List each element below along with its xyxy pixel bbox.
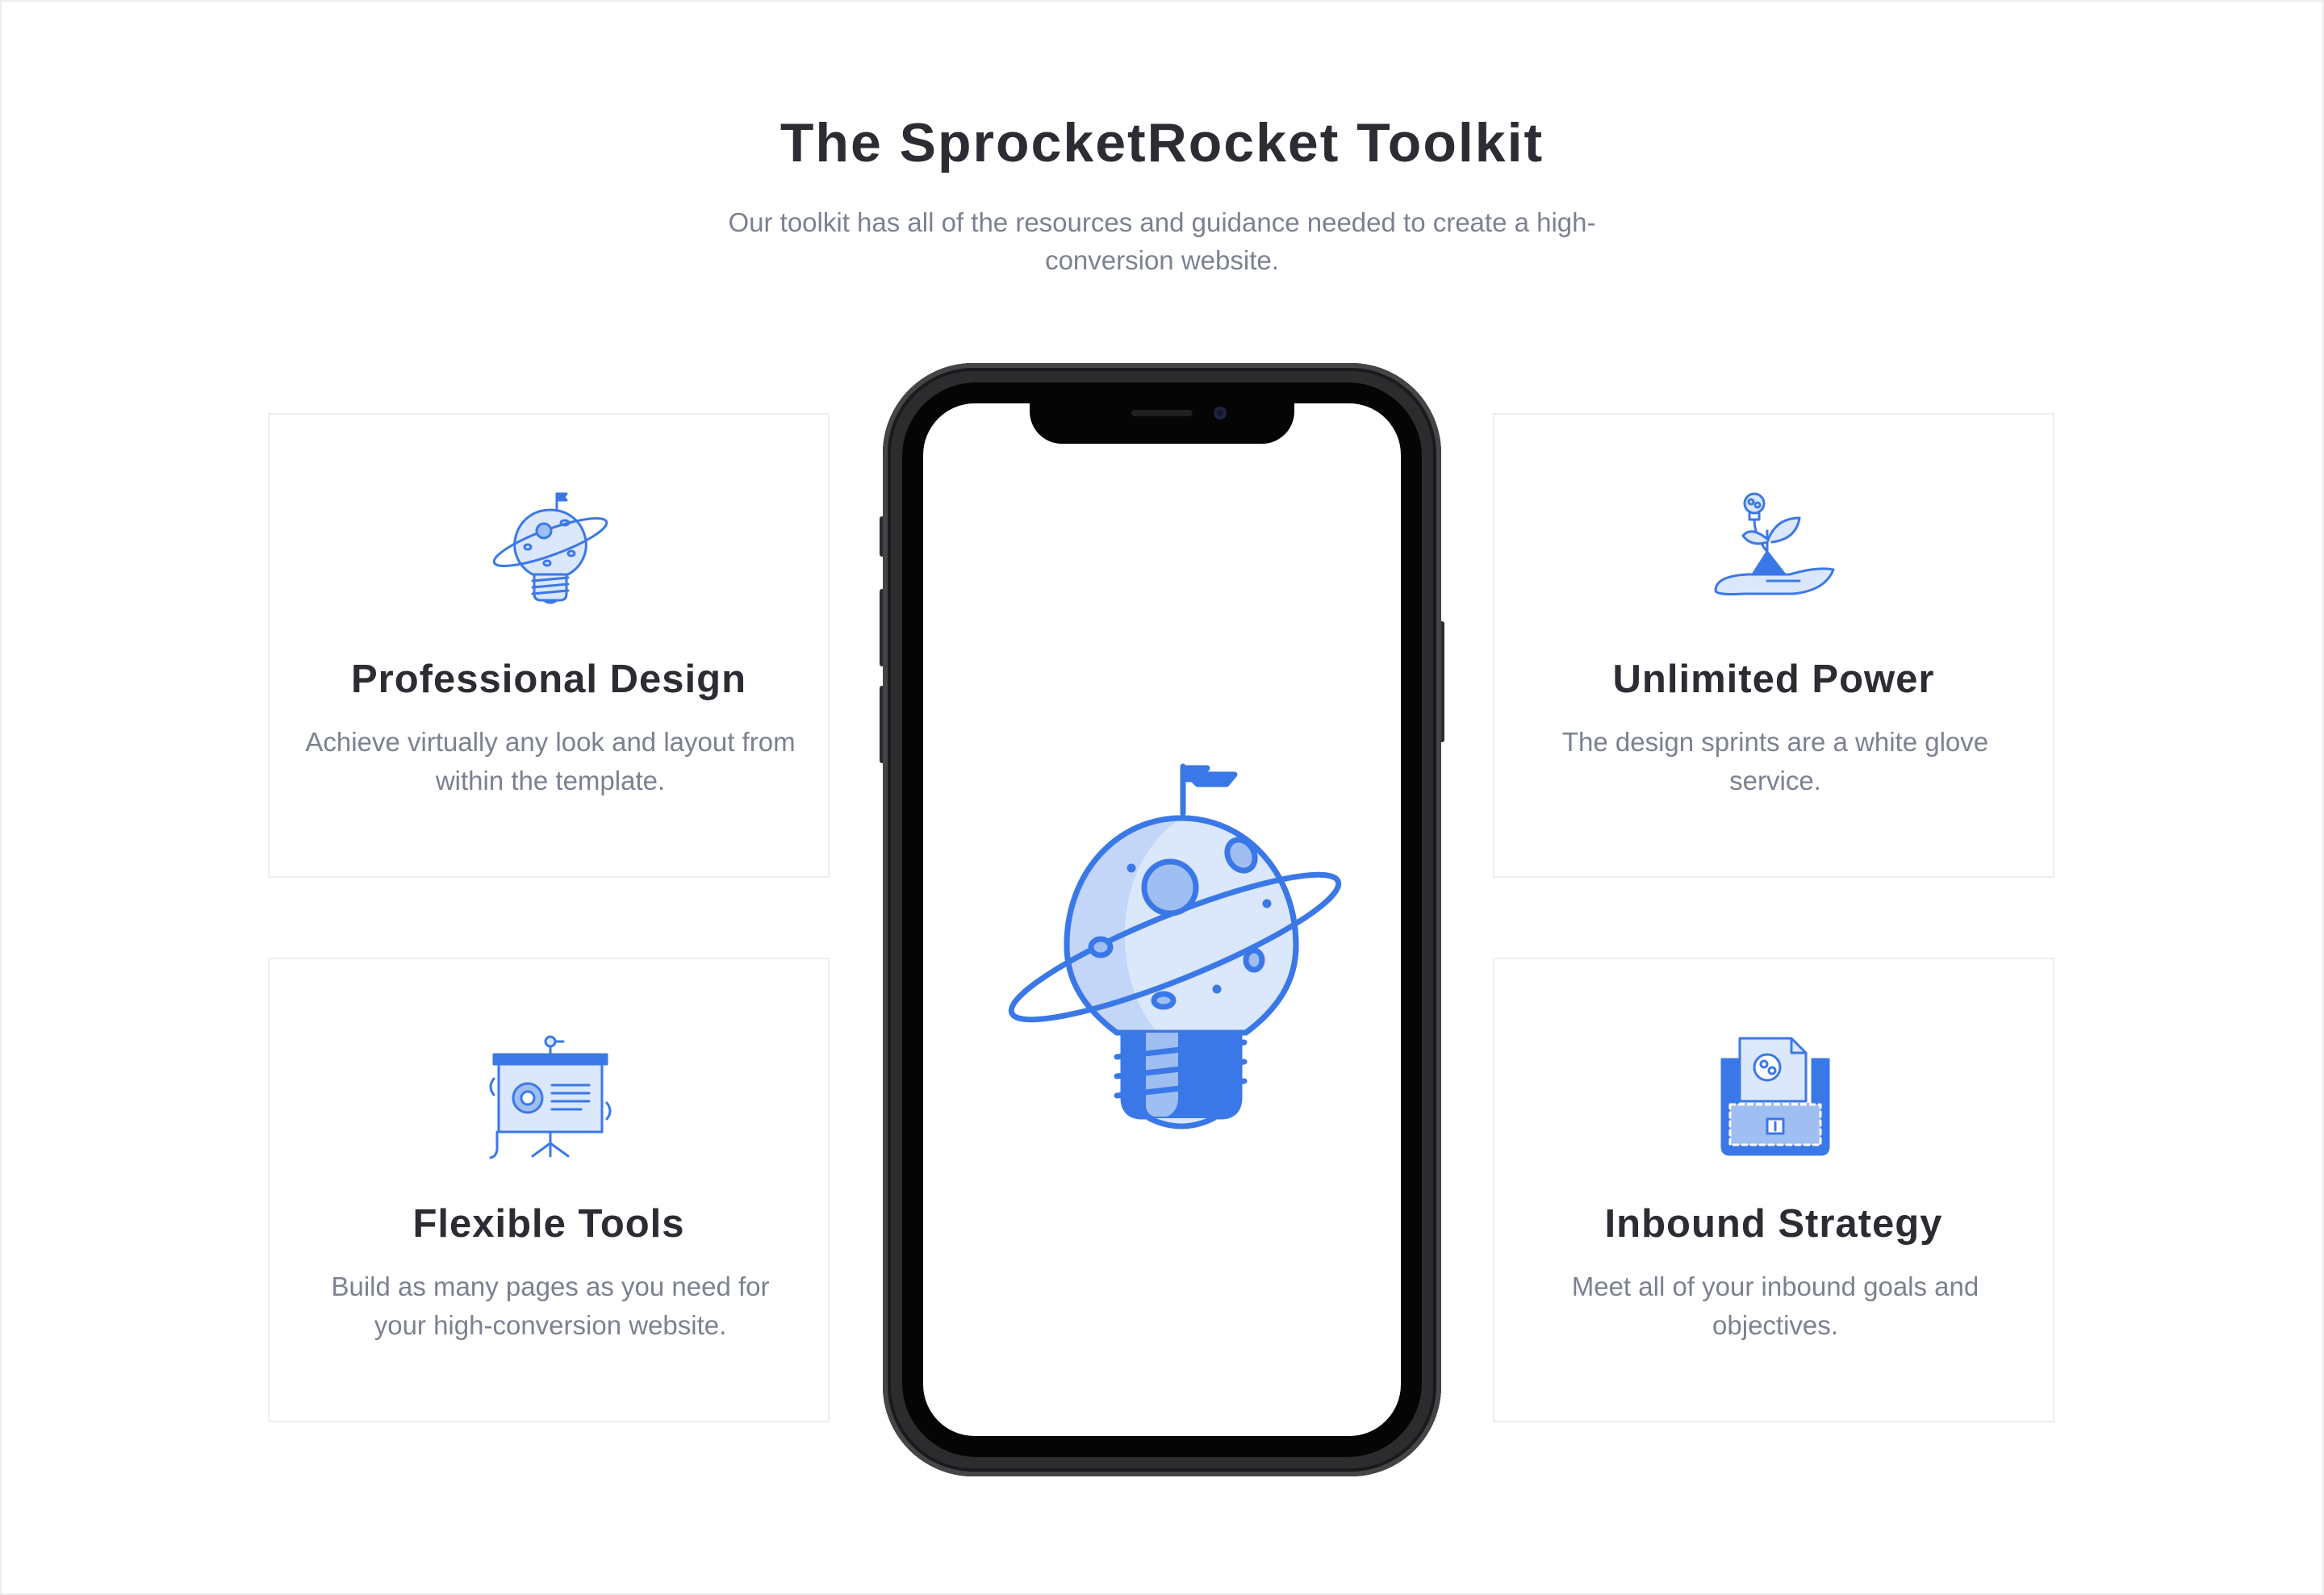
section-subtitle: Our toolkit has all of the resources and…: [728, 207, 1596, 275]
feature-title: Professional Design: [350, 658, 747, 701]
planet-lightbulb-icon: [486, 486, 615, 615]
section-title: The SprocketRocket Toolkit: [780, 112, 1544, 173]
feature-card-inbound-strategy: Inbound Strategy Meet all of your inboun…: [1493, 958, 2054, 1422]
phone-screen: [923, 403, 1401, 1436]
feature-title: Unlimited Power: [1612, 658, 1935, 701]
feature-card-professional-design: Professional Design Achieve virtually an…: [268, 413, 830, 878]
feature-title: Inbound Strategy: [1604, 1202, 1943, 1246]
phone-speaker: [1131, 410, 1193, 416]
feature-description: Meet all of your inbound goals and objec…: [1571, 1271, 1979, 1340]
feature-description: The design sprints are a white glove ser…: [1561, 727, 1989, 795]
planet-lightbulb-icon: [988, 742, 1343, 1146]
plant-in-hand-icon: [1711, 486, 1840, 615]
feature-card-unlimited-power: Unlimited Power The design sprints are a…: [1493, 413, 2054, 878]
phone-mockup: [880, 363, 1444, 1476]
presentation-board-icon: [486, 1030, 615, 1159]
folder-pocket-icon: [1711, 1030, 1840, 1159]
feature-description: Build as many pages as you need for your…: [331, 1271, 770, 1340]
feature-description: Achieve virtually any look and layout fr…: [305, 727, 796, 795]
feature-title: Flexible Tools: [412, 1202, 685, 1246]
feature-card-flexible-tools: Flexible Tools Build as many pages as yo…: [268, 958, 830, 1422]
phone-camera: [1214, 407, 1227, 420]
